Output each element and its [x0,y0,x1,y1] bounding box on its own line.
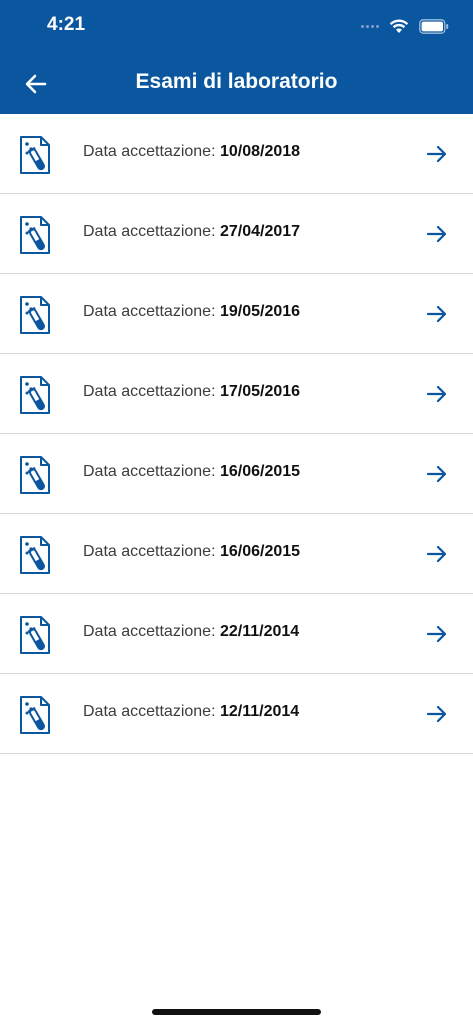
list-item[interactable]: Data accettazione: 22/11/2014 [0,594,473,674]
acceptance-date: 16/06/2015 [219,543,301,560]
list-item[interactable]: Data accettazione: 17/05/2016 [0,354,473,434]
list-item[interactable]: Data accettazione: 12/11/2014 [0,674,473,754]
acceptance-label: Data accettazione: [83,223,220,240]
exam-list: Data accettazione: 10/08/2018 Data accett… [0,114,473,754]
app-screen: 4:21 Esami di laboratorio Data accettazi… [0,0,473,1024]
arrow-right-icon [426,465,447,483]
lab-test-document-icon [20,536,50,574]
arrow-right-icon [426,545,447,563]
lab-test-document-icon [20,616,50,654]
status-time: 4:21 [47,14,86,35]
acceptance-date-text: Data accettazione: 22/11/2014 [83,623,299,641]
acceptance-date-text: Data accettazione: 16/06/2015 [83,463,300,481]
acceptance-date-text: Data accettazione: 12/11/2014 [83,703,299,721]
list-item[interactable]: Data accettazione: 27/04/2017 [0,194,473,274]
acceptance-label: Data accettazione: [83,143,220,160]
arrow-right-icon [426,705,447,723]
lab-test-document-icon [20,456,50,494]
home-indicator[interactable] [152,1009,321,1015]
arrow-right-icon [426,625,447,643]
acceptance-date: 17/05/2016 [219,383,301,400]
arrow-right-icon [426,385,447,403]
status-icons [361,16,449,36]
arrow-right-icon [426,305,447,323]
battery-icon [419,18,449,34]
arrow-right-icon [426,145,447,163]
list-item[interactable]: Data accettazione: 19/05/2016 [0,274,473,354]
arrow-right-icon [426,225,447,243]
acceptance-label: Data accettazione: [83,703,220,720]
list-item[interactable]: Data accettazione: 16/06/2015 [0,514,473,594]
acceptance-date-text: Data accettazione: 16/06/2015 [83,543,300,561]
acceptance-date: 19/05/2016 [219,303,301,320]
lab-test-document-icon [20,296,50,334]
lab-test-document-icon [20,696,50,734]
acceptance-label: Data accettazione: [83,543,220,560]
lab-test-document-icon [20,216,50,254]
acceptance-date: 22/11/2014 [219,623,300,640]
acceptance-date: 12/11/2014 [219,703,300,720]
list-item[interactable]: Data accettazione: 16/06/2015 [0,434,473,514]
acceptance-label: Data accettazione: [83,463,220,480]
header: 4:21 Esami di laboratorio [0,0,473,114]
acceptance-date-text: Data accettazione: 17/05/2016 [83,383,300,401]
wifi-icon [389,18,409,33]
acceptance-date-text: Data accettazione: 19/05/2016 [83,303,300,321]
acceptance-date: 27/04/2017 [219,223,301,240]
lab-test-document-icon [20,376,50,414]
acceptance-date-text: Data accettazione: 10/08/2018 [83,143,300,161]
acceptance-date: 10/08/2018 [219,143,301,160]
lab-test-document-icon [20,136,50,174]
page-title: Esami di laboratorio [135,70,338,93]
acceptance-label: Data accettazione: [83,383,220,400]
acceptance-label: Data accettazione: [83,303,220,320]
cellular-signal-icon [361,24,379,28]
acceptance-date-text: Data accettazione: 27/04/2017 [83,223,300,241]
acceptance-label: Data accettazione: [83,623,220,640]
acceptance-date: 16/06/2015 [219,463,301,480]
list-item[interactable]: Data accettazione: 10/08/2018 [0,114,473,194]
